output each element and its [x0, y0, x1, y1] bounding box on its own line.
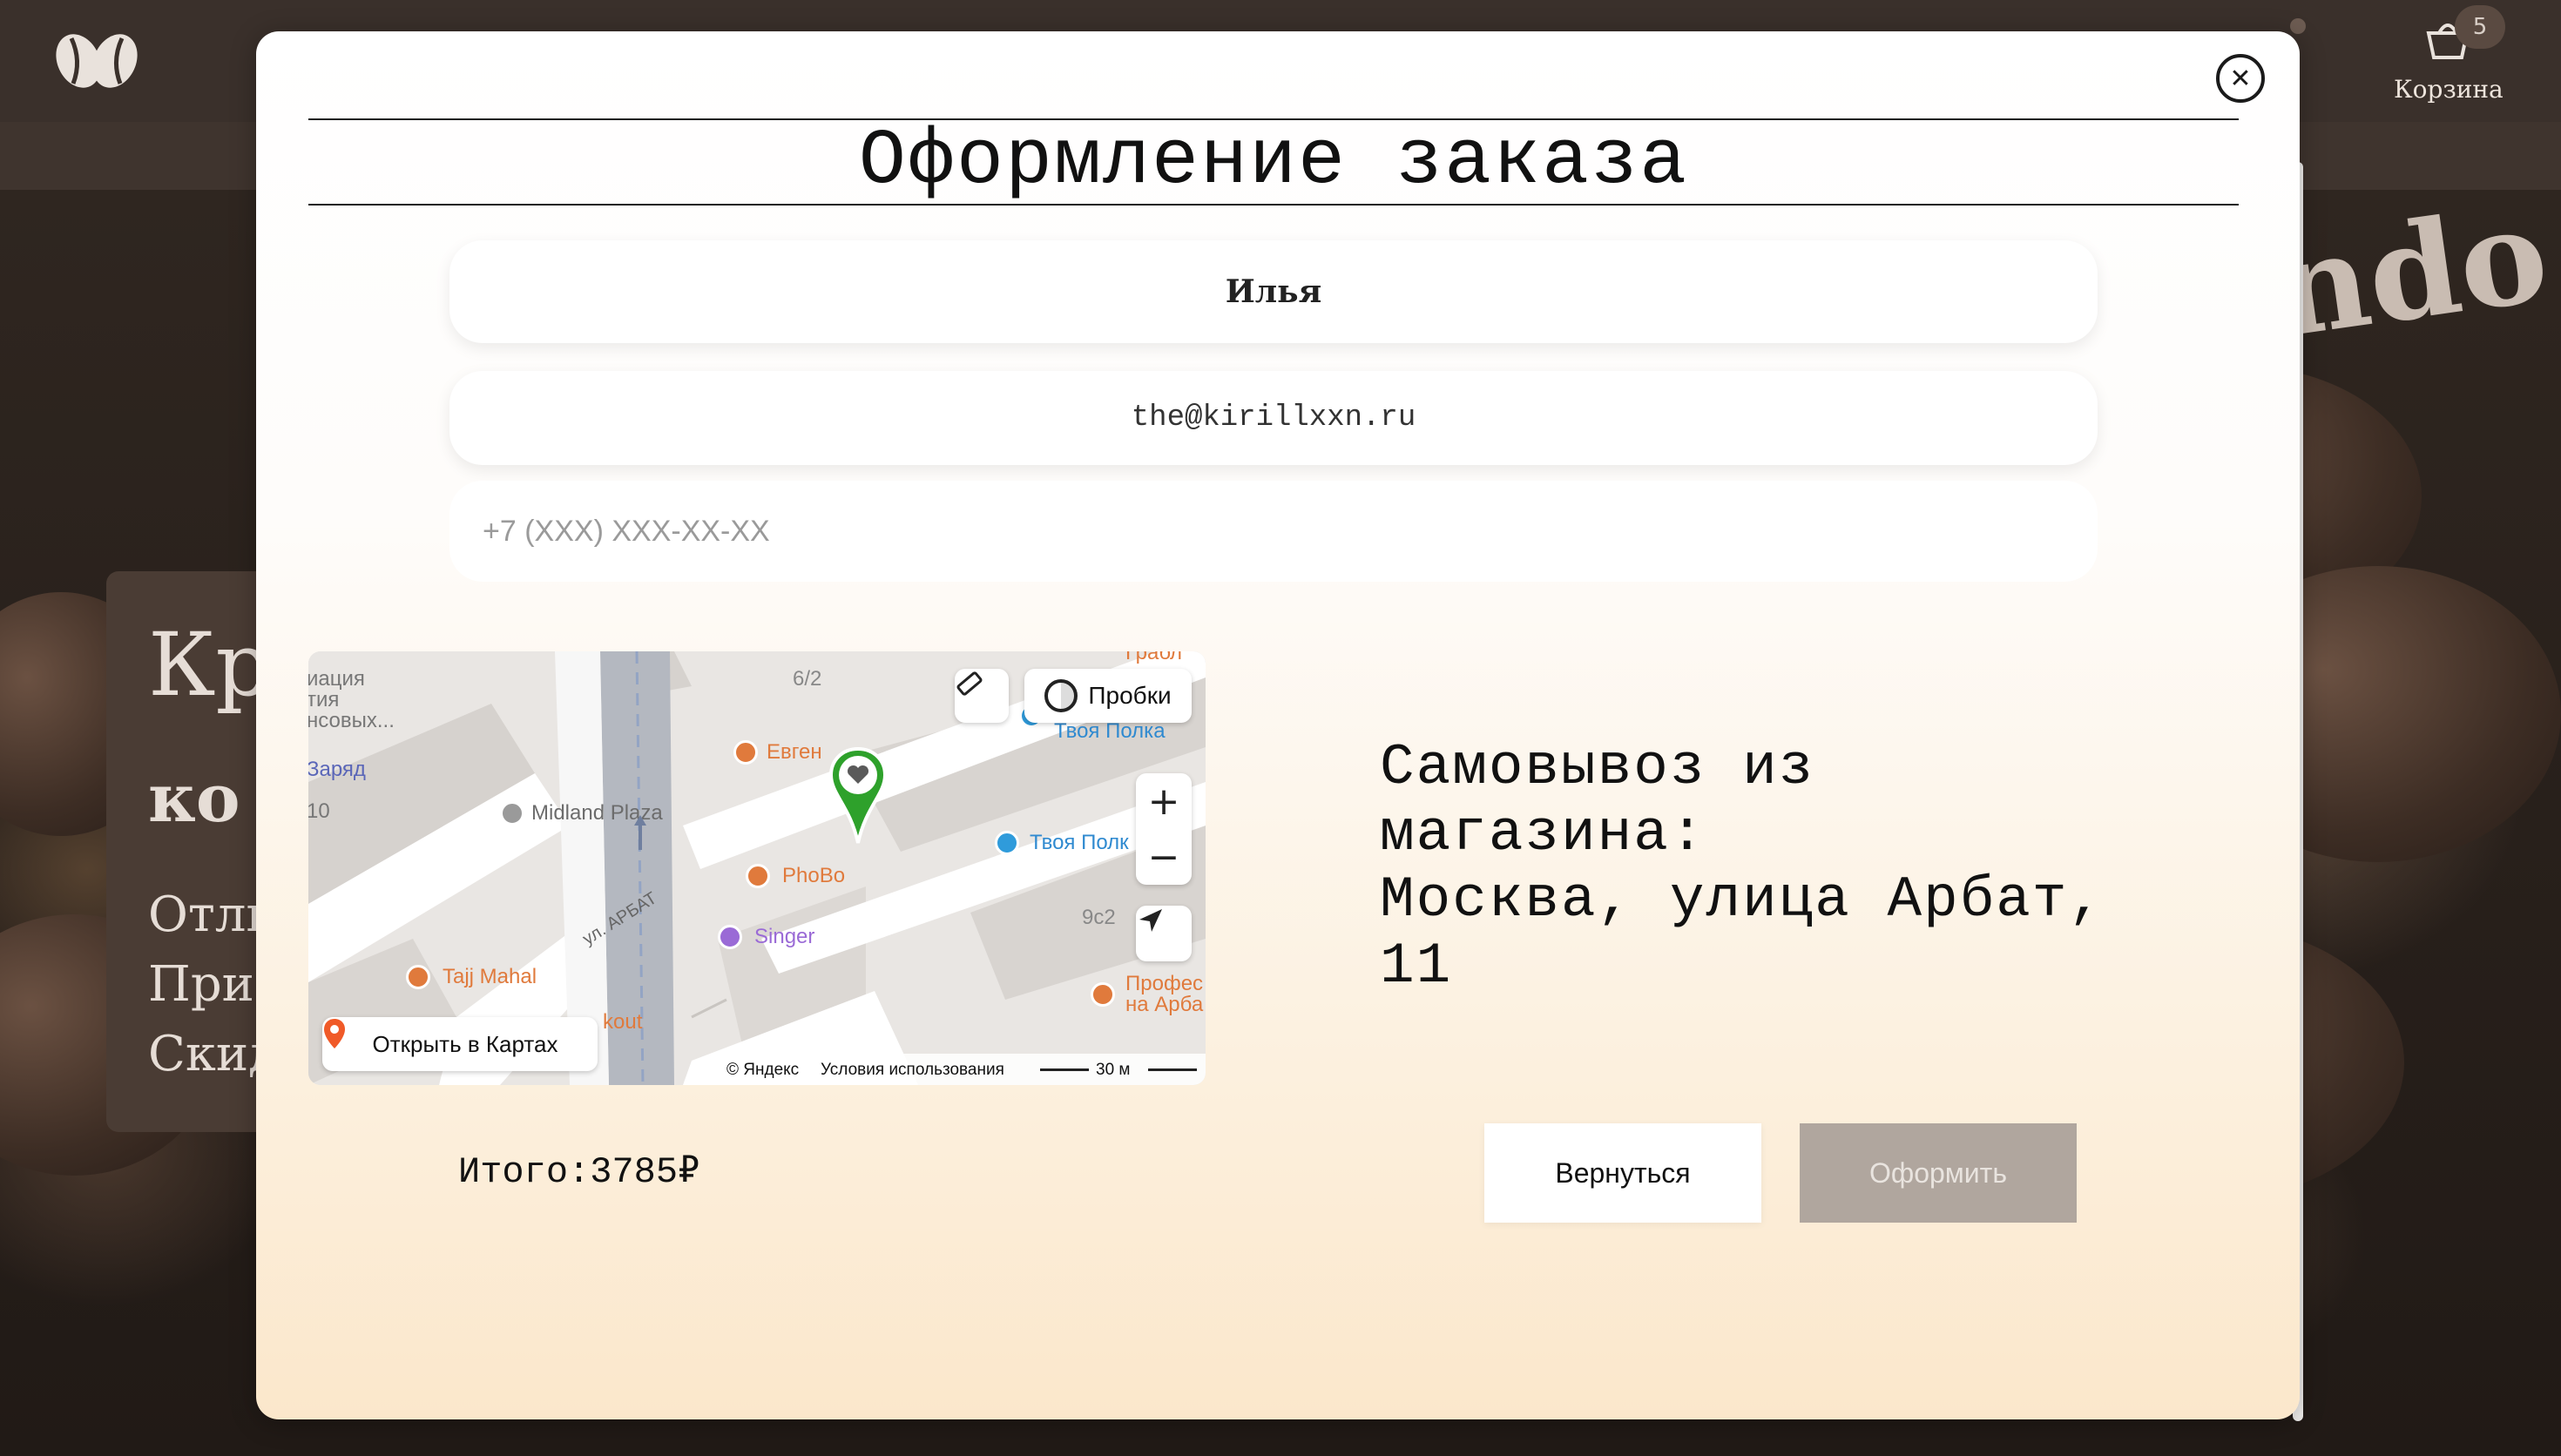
phone-field[interactable]: [449, 481, 2098, 582]
zoom-control: + −: [1136, 773, 1192, 885]
one-way-arrow-icon: [634, 815, 646, 850]
map-copyright[interactable]: © Яндекс: [726, 1061, 799, 1080]
map-poi-label: на Арба: [1125, 993, 1204, 1016]
total-label: Итого:: [458, 1151, 591, 1193]
open-in-maps-label: Открыть в Картах: [372, 1030, 558, 1057]
dentist-icon[interactable]: [1091, 982, 1115, 1007]
traffic-label: Пробки: [1088, 682, 1172, 709]
coffee-logo-icon[interactable]: [52, 23, 143, 92]
back-button[interactable]: Вернуться: [1484, 1123, 1761, 1223]
pickup-line: Самовывоз из: [1380, 735, 1815, 800]
shop-icon[interactable]: [995, 831, 1019, 855]
map-poi-label: PhoBo: [782, 864, 846, 887]
name-field[interactable]: [449, 240, 2098, 343]
traffic-icon: [1044, 679, 1078, 712]
map-poi-label: kout: [603, 1010, 643, 1034]
map-poi-label: Твоя Полк: [1030, 831, 1129, 854]
zoom-out-button[interactable]: −: [1136, 829, 1192, 885]
zoom-in-button[interactable]: +: [1136, 773, 1192, 829]
pickup-line: магазина:: [1380, 801, 1706, 866]
traffic-button[interactable]: Пробки: [1024, 669, 1192, 723]
open-in-maps-button[interactable]: Открыть в Картах: [322, 1017, 598, 1071]
total-value: 3785₽: [590, 1151, 700, 1193]
music-icon[interactable]: [718, 925, 742, 949]
modal-title: Оформление заказа: [858, 118, 1689, 206]
pickup-info: Самовывоз из магазина: Москва, улица Арб…: [1380, 735, 2216, 1000]
close-icon[interactable]: ✕: [2216, 54, 2265, 103]
map-terms-link[interactable]: Условия использования: [821, 1061, 1004, 1080]
geolocation-icon[interactable]: [1136, 906, 1192, 961]
hero-subtitle: ко: [148, 759, 240, 837]
map-poi-label: Грабл: [1125, 651, 1183, 664]
cafe-icon[interactable]: [733, 740, 758, 765]
map-house-number: 6/2: [793, 667, 822, 691]
scale-bar: [1040, 1068, 1089, 1071]
map-poi-label: Singer: [754, 925, 815, 948]
location-pin-icon[interactable]: [828, 745, 889, 846]
cart-count-badge: 5: [2455, 5, 2505, 49]
map-poi-label: Твоя Полка: [1054, 719, 1166, 743]
map-scale-label: 30 м: [1096, 1061, 1131, 1079]
cafe-icon[interactable]: [746, 864, 770, 888]
hero-title: Кр: [148, 614, 272, 716]
nav-cart-label[interactable]: Корзина: [2394, 75, 2504, 104]
map-house-number: 10: [308, 799, 330, 823]
map-poi-label: нсовых...: [308, 709, 395, 732]
scale-bar: [1148, 1068, 1197, 1071]
store-map[interactable]: иация тия нсовых... Заряд 10 6/2 9с2 Mid…: [308, 651, 1206, 1085]
email-field[interactable]: [449, 371, 2098, 465]
restaurant-icon[interactable]: [406, 965, 430, 989]
map-house-number: 9с2: [1082, 906, 1116, 929]
pickup-address: 11: [1380, 934, 1453, 999]
ruler-icon[interactable]: [955, 669, 1009, 723]
map-attribution-bar: © Яндекс Условия использования 30 м: [718, 1054, 1206, 1085]
pickup-address: Москва, улица Арбат,: [1380, 867, 2105, 933]
map-poi-label: Tajj Mahal: [443, 965, 537, 988]
map-poi-label: Заряд: [308, 758, 366, 781]
map-poi-label: Евген: [767, 740, 822, 764]
office-icon[interactable]: [500, 801, 524, 826]
submit-order-button[interactable]: Оформить: [1800, 1123, 2077, 1223]
title-bottom-divider: [308, 204, 2239, 206]
order-total: Итого:3785₽: [458, 1148, 699, 1193]
